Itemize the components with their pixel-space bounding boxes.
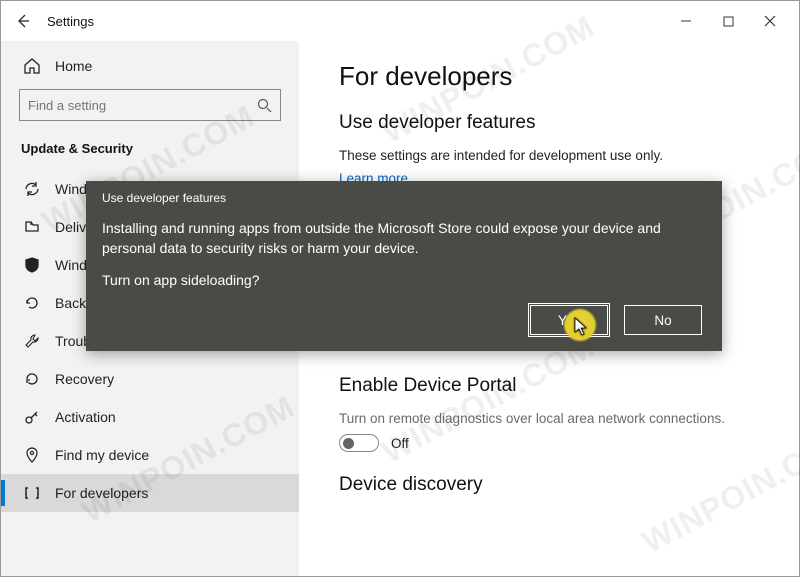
sidebar-item-label: Recovery [55,371,114,387]
settings-window: Settings Home [0,0,800,577]
shield-icon [23,256,41,274]
sidebar-item-label: Find my device [55,447,149,463]
sidebar-item-label: Activation [55,409,116,425]
search-icon [257,98,272,113]
backup-icon [23,294,41,312]
cursor-icon [574,317,590,337]
section-description: These settings are intended for developm… [339,148,769,163]
key-icon [23,408,41,426]
device-portal-toggle[interactable] [339,434,379,452]
sync-icon [23,180,41,198]
sidebar-item-recovery[interactable]: Recovery [1,360,299,398]
dialog-body: Installing and running apps from outside… [102,219,702,258]
window-title: Settings [47,14,94,29]
home-icon [23,57,41,75]
dialog-question: Turn on app sideloading? [102,272,702,288]
confirmation-dialog: Use developer features Installing and ru… [86,181,722,351]
toggle-state-label: Off [391,436,409,451]
window-controls [665,7,791,35]
delivery-icon [23,218,41,236]
minimize-button[interactable] [665,7,707,35]
maximize-button[interactable] [707,7,749,35]
section-title-device-discovery: Device discovery [339,474,769,496]
recovery-icon [23,370,41,388]
arrow-left-icon [15,13,31,29]
titlebar: Settings [1,1,799,41]
sidebar-home-label: Home [55,58,92,74]
sidebar-item-find-my-device[interactable]: Find my device [1,436,299,474]
search-field[interactable] [28,98,257,113]
sidebar-section-label: Update & Security [1,135,299,170]
page-title: For developers [339,61,769,92]
back-button[interactable] [9,7,37,35]
wrench-icon [23,332,41,350]
close-icon [764,15,776,27]
dialog-title: Use developer features [102,191,702,205]
code-icon [23,484,41,502]
section-title-use-developer-features: Use developer features [339,112,769,134]
maximize-icon [723,16,734,27]
sidebar-home[interactable]: Home [1,49,299,89]
section-title-enable-device-portal: Enable Device Portal [339,375,769,397]
sidebar-item-label: For developers [55,485,148,501]
minimize-icon [680,15,692,27]
device-portal-description: Turn on remote diagnostics over local ar… [339,411,769,426]
location-icon [23,446,41,464]
no-button[interactable]: No [624,305,702,335]
toggle-knob [343,438,354,449]
close-button[interactable] [749,7,791,35]
search-input[interactable] [19,89,281,121]
sidebar-item-activation[interactable]: Activation [1,398,299,436]
sidebar-item-for-developers[interactable]: For developers [1,474,299,512]
